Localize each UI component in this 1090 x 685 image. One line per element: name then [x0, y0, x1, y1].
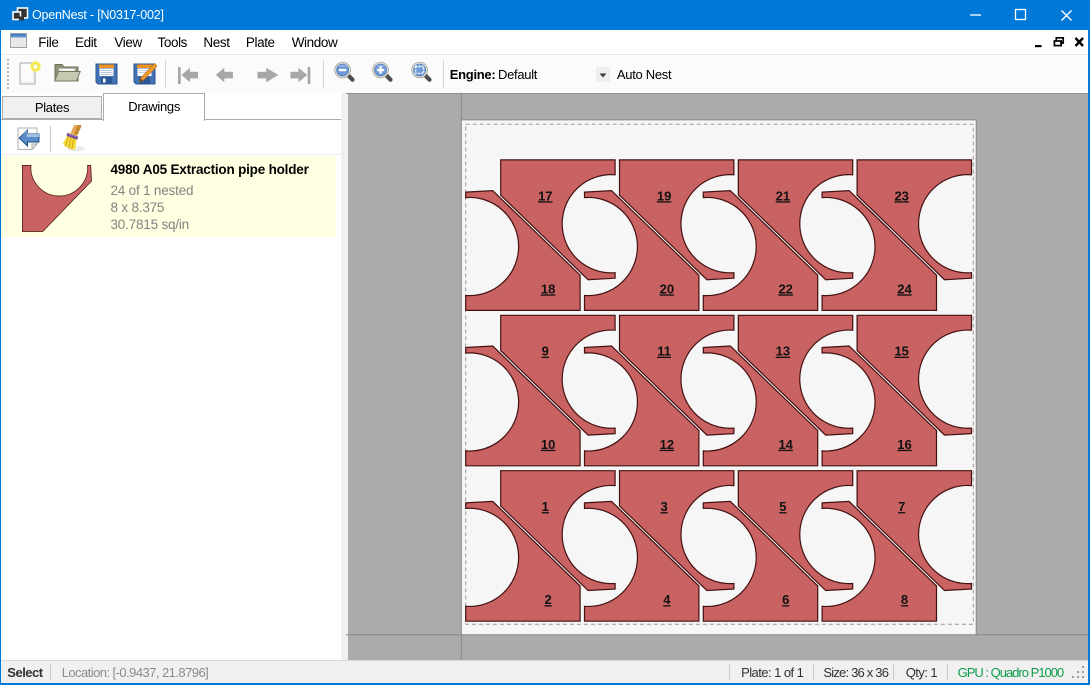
svg-text:15: 15	[894, 344, 908, 359]
svg-text:8: 8	[901, 592, 908, 607]
svg-text:4: 4	[663, 592, 671, 607]
svg-text:20: 20	[660, 281, 674, 296]
svg-text:1: 1	[542, 499, 549, 514]
svg-text:10: 10	[541, 437, 555, 452]
svg-text:5: 5	[779, 499, 786, 514]
svg-text:3: 3	[660, 499, 667, 514]
svg-text:23: 23	[894, 188, 908, 203]
svg-text:19: 19	[657, 188, 671, 203]
svg-text:24: 24	[897, 281, 912, 296]
svg-text:12: 12	[660, 437, 674, 452]
svg-text:7: 7	[898, 499, 905, 514]
svg-text:18: 18	[541, 281, 555, 296]
svg-text:13: 13	[776, 344, 790, 359]
svg-text:11: 11	[657, 344, 671, 359]
svg-text:9: 9	[542, 344, 549, 359]
svg-text:21: 21	[776, 188, 790, 203]
svg-text:6: 6	[782, 592, 789, 607]
svg-text:14: 14	[778, 437, 793, 452]
svg-text:2: 2	[544, 592, 551, 607]
svg-text:17: 17	[538, 188, 552, 203]
svg-text:22: 22	[778, 281, 792, 296]
svg-text:16: 16	[897, 437, 911, 452]
